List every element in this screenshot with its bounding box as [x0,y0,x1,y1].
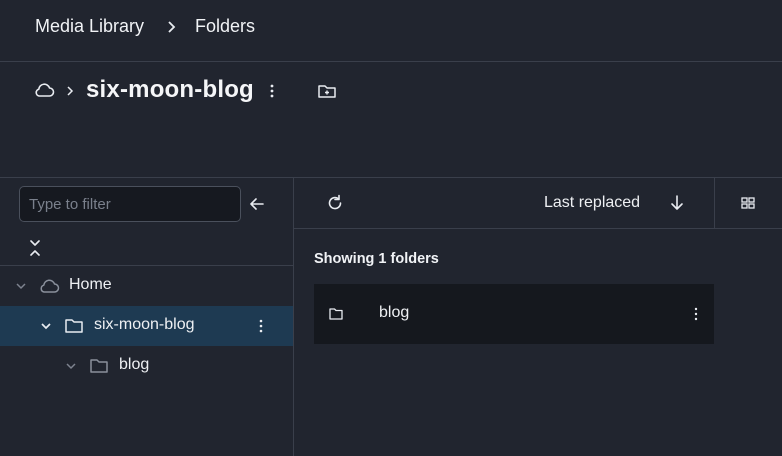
chevron-right-icon [165,19,179,35]
tree-item-label: blog [119,356,150,373]
collapse-all-icon[interactable] [26,238,44,258]
more-options-icon[interactable] [266,82,278,100]
folder-card-blog[interactable]: blog [314,284,714,344]
filter-input[interactable] [19,186,241,222]
chevron-down-icon[interactable] [14,279,28,293]
tree-item-label: Home [69,276,112,293]
tree-item-blog[interactable]: blog [0,346,293,386]
folder-icon [64,317,84,335]
cloud-icon[interactable] [33,81,55,99]
folder-card-label: blog [379,304,410,321]
toolbar-divider [714,178,715,228]
folder-icon [328,306,344,322]
tree-item-home[interactable]: Home [0,266,293,306]
toolbar-bottom-divider [294,228,782,229]
tree-item-label: six-moon-blog [94,316,195,333]
chevron-down-icon[interactable] [39,319,53,333]
tree-item-six-moon-blog[interactable]: six-moon-blog [0,306,293,346]
more-options-icon[interactable] [690,305,702,323]
cloud-icon [38,277,60,295]
breadcrumb-folders[interactable]: Folders [195,16,255,37]
grid-view-icon[interactable] [740,195,756,211]
refresh-icon[interactable] [325,193,345,213]
breadcrumb-media-library[interactable]: Media Library [35,16,144,37]
chevron-down-icon[interactable] [64,359,78,373]
arrow-left-icon[interactable] [247,194,267,214]
folder-title: six-moon-blog [86,76,254,103]
new-folder-icon[interactable] [317,82,337,100]
chevron-right-icon [65,84,75,98]
panel-divider [293,178,294,456]
showing-count: Showing 1 folders [314,251,439,267]
arrow-down-icon[interactable] [667,193,687,213]
folder-icon [89,357,109,375]
divider [0,177,782,178]
sort-label[interactable]: Last replaced [544,194,640,212]
more-options-icon[interactable] [255,317,267,335]
